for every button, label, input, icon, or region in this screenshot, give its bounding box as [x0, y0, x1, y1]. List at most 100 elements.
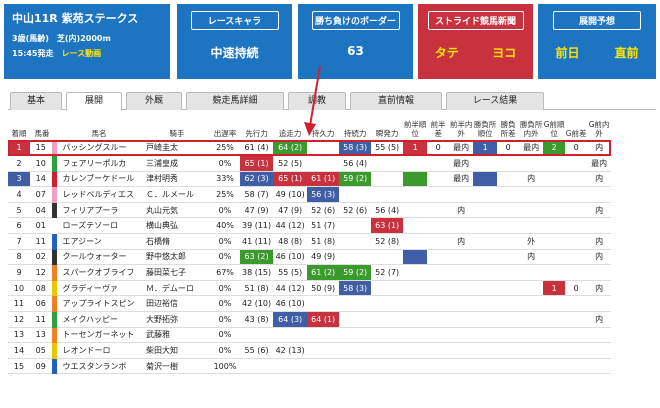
table-cell — [371, 249, 404, 266]
tab-horse-detail[interactable]: 競走馬詳細 — [186, 92, 284, 110]
race-video-link[interactable]: レース動画 — [61, 49, 101, 58]
table-row[interactable]: 6 01 ローズテソーロ 横山典弘 40% 39 (11) 44 (12) 51 (7) 63 … — [8, 217, 612, 235]
tab-pre-race[interactable]: 直前情報 — [350, 92, 442, 110]
table-row[interactable]: 2 10 フェアリーポルカ 三浦皇成 0% 65 (1) 52 (5) 56 (4) 最内 最内 — [8, 155, 612, 172]
table-cell — [371, 342, 404, 359]
table-cell — [403, 202, 428, 219]
table-row[interactable]: 3 14 カレンブーケドール 津村明秀 33% 62 (3) 65 (1) 61 (1) 59 … — [8, 171, 612, 188]
table-cell[interactable]: 藤田菜七子 — [144, 264, 210, 281]
table-cell[interactable]: メイクハッピー — [51, 311, 144, 328]
table-cell[interactable]: 菊沢一樹 — [144, 358, 210, 375]
table-cell[interactable]: 石橋脩 — [144, 233, 210, 250]
table-row[interactable]: 12 11 メイクハッピー 大野拓弥 0% 43 (8) 64 (3) 64 (1) 内 — [8, 311, 612, 328]
table-row[interactable]: 8 02 クールウォーター 野中悠太郎 0% 63 (2) 46 (10) 49 (9) 内 内 — [8, 249, 612, 266]
tenkai-chokuzen-link[interactable]: 直前 — [614, 44, 638, 61]
table-cell[interactable]: Ｃ．ルメール — [144, 186, 210, 203]
table-row[interactable]: 14 05 レオンドーロ 柴田大知 0% 55 (6) 42 (13) — [8, 342, 612, 359]
table-cell[interactable]: フェアリーポルカ — [51, 155, 144, 172]
table-cell — [427, 358, 450, 375]
table-cell[interactable]: 武藤雅 — [144, 327, 210, 344]
tab-basic[interactable]: 基本 — [10, 92, 62, 110]
table-cell: 58 (3) — [339, 280, 372, 297]
column-header: 追走力 — [273, 118, 308, 141]
table-cell — [497, 311, 520, 328]
table-cell[interactable]: アップライトスピン — [51, 295, 144, 313]
table-row[interactable]: 10 08 グラディーヴァ Ｍ．デムーロ 0% 51 (8) 44 (12) 50 (9) 58… — [8, 280, 612, 297]
table-cell — [371, 327, 404, 344]
table-cell: 100% — [210, 358, 240, 375]
table-cell[interactable]: フィリアプーラ — [51, 202, 144, 219]
table-cell: 06 — [30, 295, 54, 313]
table-row[interactable]: 13 13 トーセンガーネット 武藤雅 0% — [8, 327, 612, 344]
table-cell: 47 (9) — [240, 202, 274, 219]
race-chara-head: レースキャラ — [190, 11, 279, 30]
table-cell[interactable]: スパークオブライフ — [51, 264, 144, 281]
table-cell: 1 — [8, 140, 30, 157]
table-cell — [403, 342, 428, 359]
table-cell: 40% — [210, 217, 240, 235]
table-row[interactable]: 5 04 フィリアプーラ 丸山元気 0% 47 (9) 47 (9) 52 (6) 52 (6)… — [8, 202, 612, 219]
table-cell[interactable]: レオンドーロ — [51, 342, 144, 359]
table-cell — [449, 311, 474, 328]
table-cell: 0% — [210, 311, 240, 328]
tab-gaikyu[interactable]: 外厩 — [126, 92, 182, 110]
table-cell[interactable]: 横山典弘 — [144, 217, 210, 235]
column-header: G前内外 — [587, 118, 612, 141]
tab-result[interactable]: レース結果 — [446, 92, 544, 110]
table-cell[interactable]: 戸崎圭太 — [144, 140, 210, 157]
tenkai-zenjitsu-link[interactable]: 前日 — [555, 44, 579, 61]
table-cell — [240, 327, 274, 344]
table-cell — [587, 342, 612, 359]
table-cell — [427, 280, 450, 297]
table-row[interactable]: 11 06 アップライトスピン 田辺裕信 0% 42 (10) 46 (10) — [8, 295, 612, 313]
table-cell[interactable]: レッドベルディエス — [51, 186, 144, 203]
table-cell[interactable]: ウエスタンランボ — [51, 358, 144, 375]
table-cell[interactable]: パッシングスルー — [51, 140, 144, 157]
table-cell — [519, 358, 544, 375]
table-cell: 2 — [543, 140, 566, 157]
table-cell — [497, 295, 520, 313]
table-cell: 56 (4) — [339, 155, 372, 172]
table-cell — [543, 327, 566, 344]
stride-yoko-link[interactable]: ヨコ — [492, 44, 516, 61]
table-cell[interactable]: 丸山元気 — [144, 202, 210, 219]
table-cell[interactable]: トーセンガーネット — [51, 327, 144, 344]
table-cell — [371, 311, 404, 328]
table-cell — [403, 280, 428, 297]
table-cell: 01 — [30, 217, 54, 235]
table-row[interactable]: 9 12 スパークオブライフ 藤田菜七子 67% 38 (15) 55 (5) 61 (2) 5… — [8, 264, 612, 281]
tab-tenkai[interactable]: 展開 — [66, 92, 122, 111]
table-cell: 55 (6) — [240, 342, 274, 359]
table-cell[interactable]: 津村明秀 — [144, 171, 210, 188]
table-cell[interactable]: 田辺裕信 — [144, 295, 210, 313]
table-cell[interactable]: クールウォーター — [51, 249, 144, 266]
table-cell: 09 — [30, 358, 54, 375]
table-cell — [473, 171, 498, 188]
table-cell — [371, 186, 404, 203]
table-cell — [497, 202, 520, 219]
table-row[interactable]: 15 09 ウエスタンランボ 菊沢一樹 100% — [8, 358, 612, 375]
table-cell[interactable]: カレンブーケドール — [51, 171, 144, 188]
table-cell[interactable]: エアジーン — [51, 233, 144, 250]
stride-tate-link[interactable]: タテ — [435, 44, 459, 61]
table-row[interactable]: 1 15 パッシングスルー 戸崎圭太 25% 61 (4) 64 (2) 58 (3) 55 (… — [8, 140, 612, 157]
race-header: 中山11R 紫苑ステークス 3歳(馬齢) 芝(内)2000m 15:45発走 レー… — [0, 0, 660, 90]
table-cell[interactable]: ローズテソーロ — [51, 217, 144, 235]
table-cell — [497, 249, 520, 266]
column-header: 勝負所順位 — [473, 118, 498, 141]
table-cell[interactable]: 大野拓弥 — [144, 311, 210, 328]
table-cell[interactable]: 三浦皇成 — [144, 155, 210, 172]
table-cell: 内 — [587, 249, 612, 266]
race-condition: 3歳(馬齢) 芝(内)2000m — [12, 34, 111, 43]
table-row[interactable]: 4 07 レッドベルディエス Ｃ．ルメール 25% 58 (7) 49 (10) 56 (3) — [8, 186, 612, 203]
table-row[interactable]: 7 11 エアジーン 石橋脩 0% 41 (11) 48 (8) 51 (8) 52 (8) 内 外… — [8, 233, 612, 250]
table-cell[interactable]: 野中悠太郎 — [144, 249, 210, 266]
table-cell[interactable]: 柴田大知 — [144, 342, 210, 359]
table-cell — [273, 358, 308, 375]
table-cell[interactable]: Ｍ．デムーロ — [144, 280, 210, 297]
table-cell — [473, 264, 498, 281]
column-header: 勝負所差 — [497, 118, 520, 141]
table-cell — [565, 311, 588, 328]
tenkai-table: 着順 馬番 馬名 騎手 出遅率 先行力 追走力 持久力 持続力 瞬発力 前半順位 前半差 前半内外 勝負所… — [8, 118, 612, 375]
table-cell[interactable]: グラディーヴァ — [51, 280, 144, 297]
